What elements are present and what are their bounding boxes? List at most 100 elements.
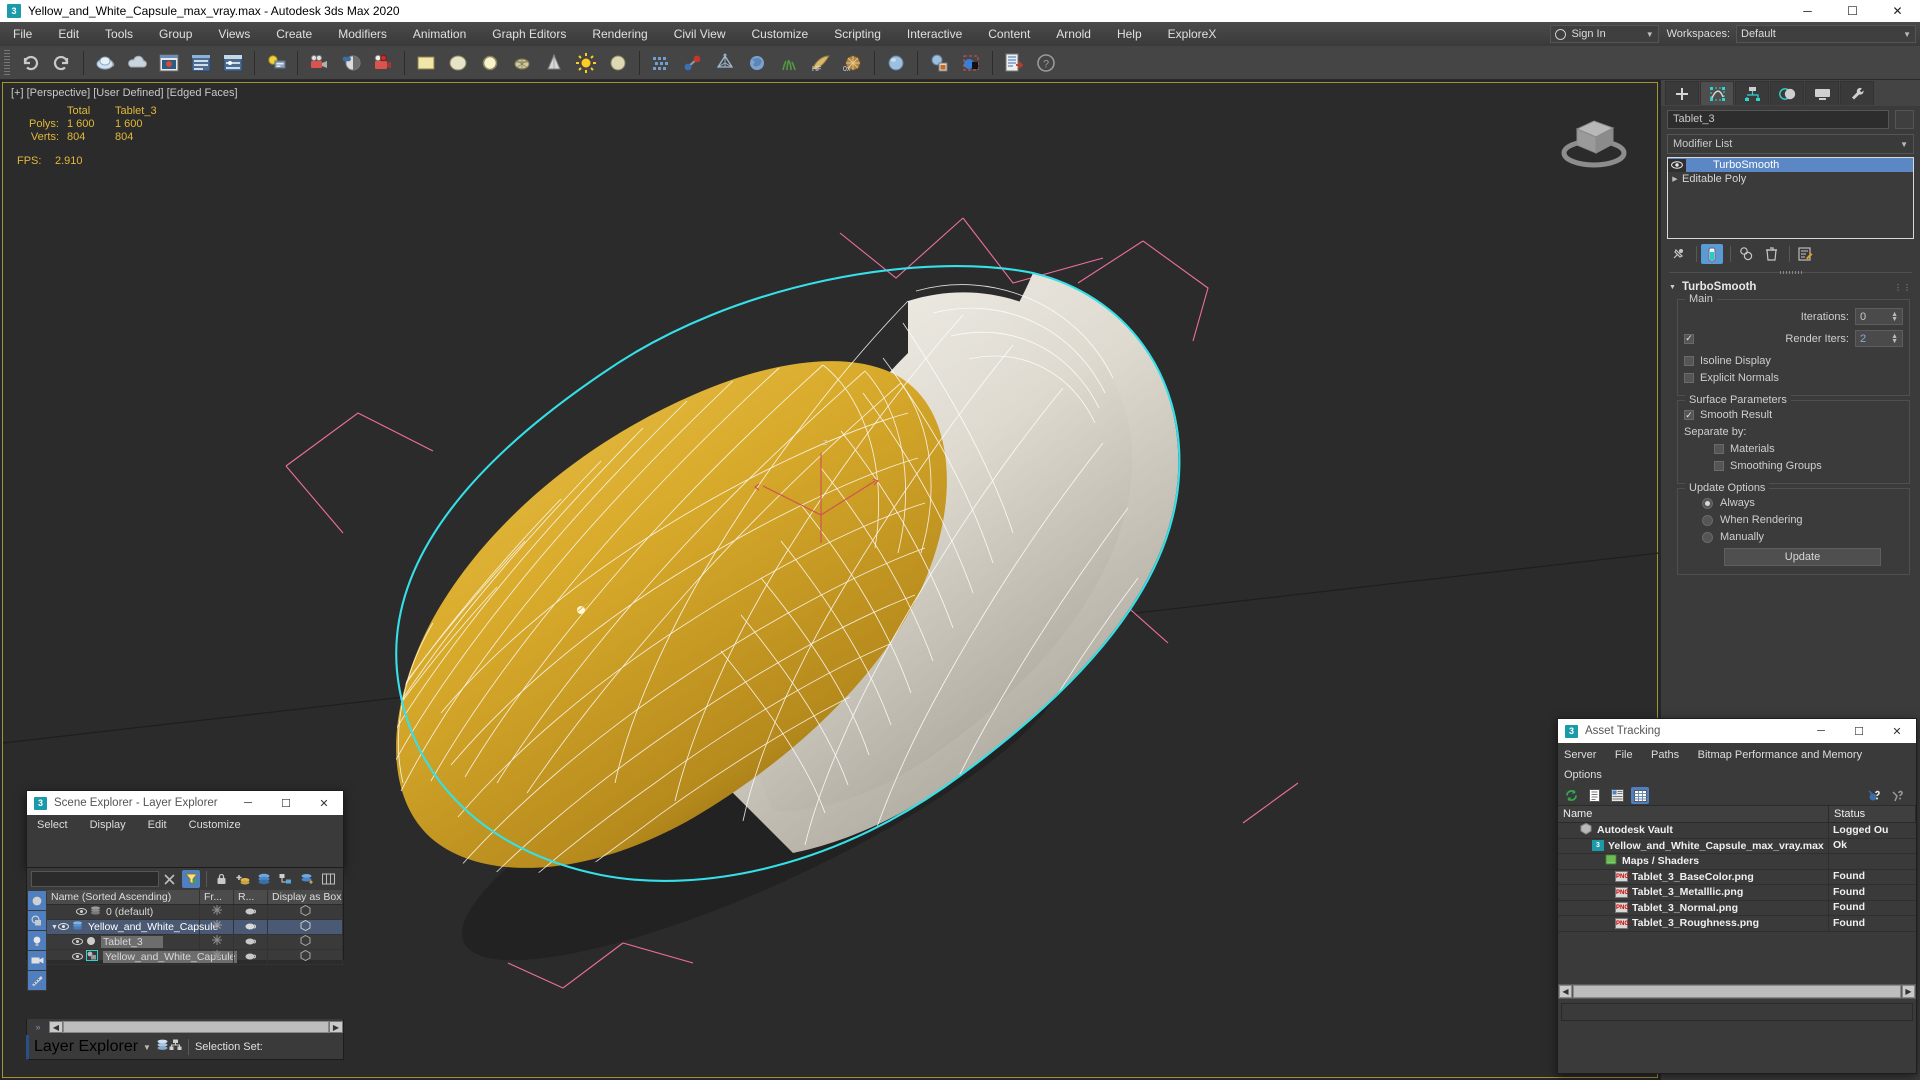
hierarchy-tab[interactable] (1735, 81, 1769, 105)
layers-icon[interactable] (255, 870, 272, 888)
table-row[interactable]: ▼ Yellow_and_White_Capsule (47, 919, 343, 935)
menu-tools[interactable]: Tools (92, 22, 146, 46)
create-tab[interactable] (1665, 81, 1699, 105)
modify-tab[interactable] (1700, 81, 1734, 105)
sphere-icon[interactable] (603, 48, 633, 78)
table-row[interactable]: PNG Tablet_3_Normal.png Found (1558, 900, 1916, 916)
smoothing-groups-row[interactable]: Smoothing Groups (1684, 460, 1903, 472)
fur-icon[interactable]: 0x (838, 48, 868, 78)
window-close-button[interactable]: ✕ (1875, 0, 1920, 22)
explicit-normals-checkbox[interactable] (1684, 373, 1694, 383)
asset-tracking-title-bar[interactable]: 3 Asset Tracking ─ ☐ ✕ (1558, 719, 1916, 743)
menu-group[interactable]: Group (146, 22, 205, 46)
scene-explorer-icon[interactable] (443, 48, 473, 78)
smooth-result-checkbox[interactable]: ✓ (1684, 410, 1694, 420)
list-view-icon[interactable] (1585, 787, 1603, 804)
window-maximize-button[interactable]: ☐ (1830, 0, 1875, 22)
render-frame-window-icon[interactable] (218, 48, 248, 78)
freeze-cell[interactable] (200, 934, 234, 950)
layer-explorer-icon[interactable] (411, 48, 441, 78)
menu-create[interactable]: Create (263, 22, 325, 46)
render-cell[interactable] (234, 949, 268, 965)
isoline-display-row[interactable]: Isoline Display (1684, 355, 1903, 367)
table-row[interactable]: Yellow_and_White_Capsule (47, 949, 343, 965)
object-name-field[interactable]: Tablet_3 (1667, 110, 1889, 129)
workspace-select[interactable]: Default ▼ (1736, 25, 1916, 43)
display-as-box-cell[interactable] (268, 949, 343, 965)
clear-search-icon[interactable] (161, 870, 178, 888)
explicit-normals-row[interactable]: Explicit Normals (1684, 372, 1903, 384)
menu-scripting[interactable]: Scripting (821, 22, 894, 46)
column-name[interactable]: Name (Sorted Ascending) (47, 890, 200, 904)
asset-tracking-list[interactable]: Autodesk Vault Logged Ou 3 Yellow_and_Wh… (1558, 822, 1916, 984)
render-preview-icon[interactable] (154, 48, 184, 78)
table-row[interactable]: PNG Tablet_3_BaseColor.png Found (1558, 869, 1916, 885)
update-manually-radio[interactable] (1702, 531, 1713, 543)
materials-checkbox[interactable] (1714, 444, 1724, 454)
modifier-stack-item-editable-poly[interactable]: ▶ Editable Poly (1668, 172, 1913, 186)
make-unique-icon[interactable] (1735, 244, 1757, 264)
freeze-cell[interactable] (200, 949, 234, 965)
display-as-box-cell[interactable] (268, 934, 343, 950)
layer-explorer-toggle[interactable] (156, 1038, 169, 1056)
column-display-as-box[interactable]: Display as Box (268, 890, 343, 904)
light-setup-icon[interactable] (261, 48, 291, 78)
at-menu-file[interactable]: File (1615, 749, 1633, 761)
utilities-tab[interactable] (1840, 81, 1874, 105)
scroll-left-button[interactable]: ◀ (49, 1021, 63, 1033)
rollout-grip[interactable]: ⋮⋮ (1894, 283, 1912, 292)
menu-edit[interactable]: Edit (45, 22, 92, 46)
asset-tracking-window[interactable]: 3 Asset Tracking ─ ☐ ✕ Server File Paths… (1557, 718, 1917, 1074)
iterations-spinner[interactable]: 0 ▲ ▼ (1855, 308, 1903, 325)
display-as-box-cell[interactable] (268, 904, 343, 920)
search-input[interactable] (31, 871, 159, 887)
add-layer-icon[interactable] (234, 870, 251, 888)
sign-in-button[interactable]: Sign In ▼ (1550, 25, 1659, 43)
table-row[interactable]: Maps / Shaders (1558, 853, 1916, 870)
table-row[interactable]: Tablet_3 (47, 934, 343, 950)
menu-content[interactable]: Content (975, 22, 1043, 46)
cloth-icon[interactable] (742, 48, 772, 78)
check-out-icon[interactable] (1866, 787, 1884, 804)
show-end-result-icon[interactable] (1701, 244, 1723, 264)
menu-animation[interactable]: Animation (400, 22, 479, 46)
at-menu-bitmap[interactable]: Bitmap Performance and Memory (1698, 749, 1862, 761)
geometry-filter-icon[interactable] (28, 891, 46, 910)
table-row[interactable]: Autodesk Vault Logged Ou (1558, 822, 1916, 839)
at-menu-server[interactable]: Server (1564, 749, 1596, 761)
freeze-cell[interactable] (200, 904, 234, 920)
explorer-mode-dropdown[interactable]: Layer Explorer (34, 1038, 138, 1056)
undo-icon[interactable] (15, 48, 45, 78)
hair-icon[interactable]: HF (806, 48, 836, 78)
camera-icon[interactable] (304, 48, 334, 78)
teapot-icon[interactable] (507, 48, 537, 78)
sun-light-icon[interactable] (571, 48, 601, 78)
menu-explorex[interactable]: ExploreX (1155, 22, 1230, 46)
toolbar-grip[interactable] (4, 49, 10, 76)
update-button[interactable]: Update (1724, 548, 1881, 566)
smooth-result-row[interactable]: ✓ Smooth Result (1684, 409, 1903, 421)
material-assign-icon[interactable] (956, 48, 986, 78)
render-cell[interactable] (234, 934, 268, 950)
at-menu-options[interactable]: Options (1564, 769, 1602, 781)
light-object-icon[interactable] (475, 48, 505, 78)
hair-fur-icon[interactable] (774, 48, 804, 78)
update-when-rendering-row[interactable]: When Rendering (1684, 514, 1903, 526)
eye-icon[interactable] (1668, 158, 1686, 172)
update-when-rendering-radio[interactable] (1702, 514, 1713, 526)
menu-file[interactable]: File (0, 22, 45, 46)
asset-tracking-horizontal-scrollbar[interactable]: ◀ ▶ (1558, 983, 1916, 999)
table-row[interactable]: PNG Tablet_3_Roughness.png Found (1558, 915, 1916, 932)
render-iters-spinner[interactable]: 2 ▲ ▼ (1855, 330, 1903, 347)
table-row[interactable]: PNG Tablet_3_Metalllic.png Found (1558, 884, 1916, 901)
remove-modifier-icon[interactable] (1760, 244, 1782, 264)
menu-arnold[interactable]: Arnold (1043, 22, 1104, 46)
update-manually-row[interactable]: Manually (1684, 531, 1903, 543)
columns-icon[interactable] (320, 870, 337, 888)
expand-columns-icon[interactable]: » (27, 1022, 49, 1032)
update-always-radio[interactable] (1702, 497, 1713, 509)
particle-array-icon[interactable] (646, 48, 676, 78)
isoline-display-checkbox[interactable] (1684, 356, 1694, 366)
scene-explorer-toggle[interactable] (169, 1038, 182, 1056)
table-row[interactable]: 3 Yellow_and_White_Capsule_max_vray.max … (1558, 838, 1916, 854)
